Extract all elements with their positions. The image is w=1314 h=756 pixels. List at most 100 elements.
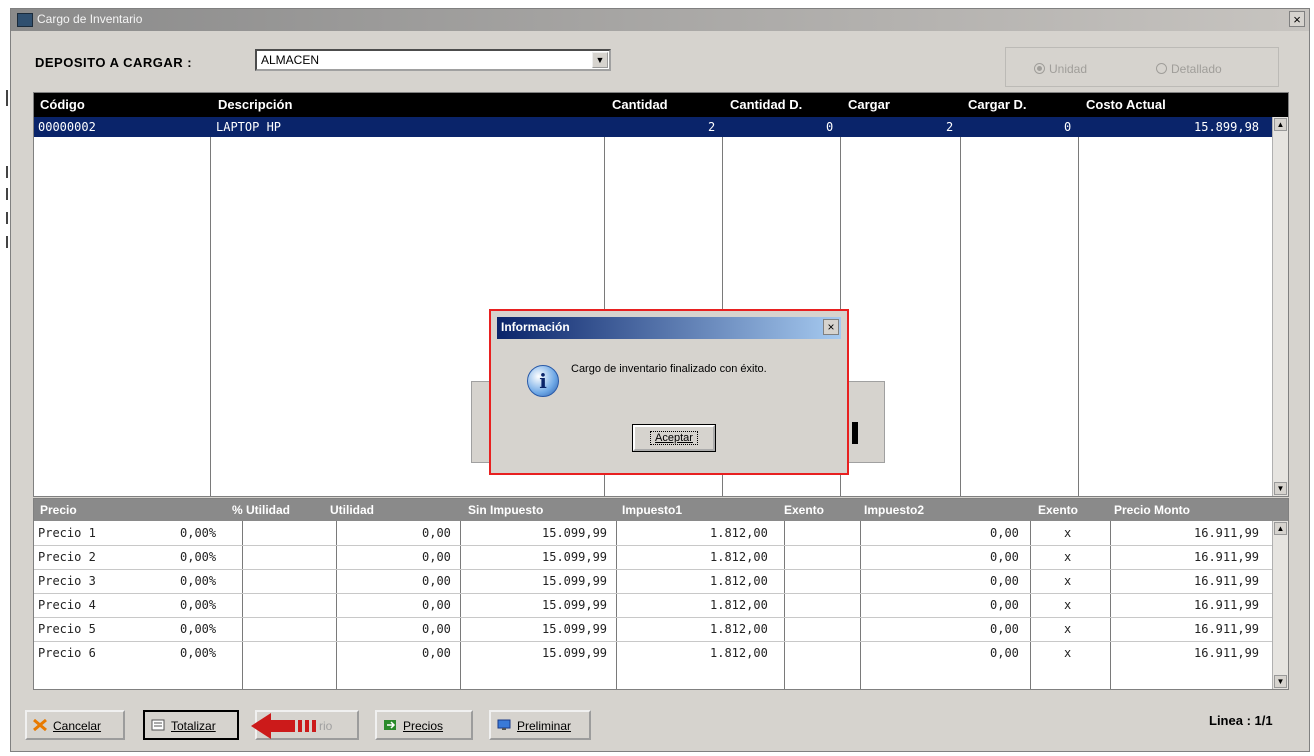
price-row[interactable]: Precio 3 0,00% 0,00 15.099,99 1.812,00 0… (34, 569, 1272, 593)
cell-impuesto1: 1.812,00 (710, 574, 768, 588)
grid-divider (210, 117, 211, 496)
col-costo-actual[interactable]: Costo Actual (1086, 97, 1166, 112)
dialog-message: Cargo de inventario finalizado con éxito… (571, 363, 767, 375)
cell-precio: Precio 1 (38, 526, 96, 540)
cell-sin-impuesto: 15.099,99 (542, 526, 608, 540)
cell-impuesto2: 0,00 (990, 574, 1019, 588)
col-cantidad-d[interactable]: Cantidad D. (730, 97, 802, 112)
cell-impuesto1: 1.812,00 (710, 598, 768, 612)
red-arrow-icon (251, 713, 316, 739)
cell-sin-impuesto: 15.099,99 (542, 622, 608, 636)
grid-divider (960, 117, 961, 496)
scroll-up-icon[interactable]: ▲ (1274, 118, 1287, 131)
cell-precio-monto: 16.911,99 (1194, 646, 1260, 660)
cell-cargar-d: 0 (1064, 120, 1072, 134)
cell-impuesto2: 0,00 (990, 622, 1019, 636)
prices-button-label: Precios (403, 719, 444, 733)
totalize-button[interactable]: Totalizar (143, 710, 239, 740)
cell-exento: x (1064, 550, 1072, 564)
accept-button-label: Aceptar (650, 431, 698, 445)
col-utilidad[interactable]: Utilidad (330, 503, 374, 517)
cell-impuesto1: 1.812,00 (710, 646, 768, 660)
cancel-button[interactable]: Cancelar (25, 710, 125, 740)
window-titlebar[interactable]: Cargo de Inventario × (11, 9, 1309, 31)
col-exento-1[interactable]: Exento (784, 503, 824, 517)
radio-detallado[interactable]: Detallado (1156, 62, 1222, 76)
prices-icon (384, 720, 396, 730)
cell-exento: x (1064, 622, 1072, 636)
cancel-x-icon (33, 719, 47, 731)
col-descripcion[interactable]: Descripción (218, 97, 292, 112)
table-row[interactable]: 00000002 LAPTOP HP 2 0 2 0 15.899,98 (34, 117, 1272, 137)
dialog-close-button[interactable]: × (823, 319, 839, 335)
cell-exento: x (1064, 526, 1072, 540)
col-exento-2[interactable]: Exento (1038, 503, 1078, 517)
col-sin-impuesto[interactable]: Sin Impuesto (468, 503, 543, 517)
scroll-down-icon[interactable]: ▼ (1274, 482, 1287, 495)
cell-utilidad: 0,00 (422, 550, 451, 564)
price-row[interactable]: Precio 6 0,00% 0,00 15.099,99 1.812,00 0… (34, 641, 1272, 665)
deposit-select[interactable]: ALMACEN ▼ (255, 49, 611, 71)
col-impuesto2[interactable]: Impuesto2 (864, 503, 924, 517)
scroll-up-icon[interactable]: ▲ (1274, 522, 1287, 535)
cell-utilidad: 0,00 (422, 598, 451, 612)
cell-cargar: 2 (946, 120, 954, 134)
cell-pct-utilidad: 0,00% (180, 622, 217, 636)
cell-utilidad: 0,00 (422, 526, 451, 540)
cell-cantidad-d: 0 (826, 120, 834, 134)
price-row[interactable]: Precio 2 0,00% 0,00 15.099,99 1.812,00 0… (34, 545, 1272, 569)
price-row[interactable]: Precio 4 0,00% 0,00 15.099,99 1.812,00 0… (34, 593, 1272, 617)
cancel-button-label: Cancelar (53, 719, 102, 733)
cell-impuesto2: 0,00 (990, 646, 1019, 660)
col-cargar[interactable]: Cargar (848, 97, 890, 112)
col-pct-utilidad[interactable]: % Utilidad (232, 503, 290, 517)
radio-unidad[interactable]: Unidad (1034, 62, 1087, 76)
info-dialog: Información × i Cargo de inventario fina… (489, 309, 849, 475)
cell-precio-monto: 16.911,99 (1194, 622, 1260, 636)
scroll-down-icon[interactable]: ▼ (1274, 675, 1287, 688)
cell-impuesto1: 1.812,00 (710, 526, 768, 540)
items-scrollbar[interactable]: ▲ ▼ (1272, 117, 1288, 496)
price-row[interactable]: Precio 5 0,00% 0,00 15.099,99 1.812,00 0… (34, 617, 1272, 641)
col-precio[interactable]: Precio (40, 503, 77, 517)
window-close-button[interactable]: × (1289, 11, 1305, 27)
cell-exento: x (1064, 646, 1072, 660)
price-row[interactable]: Precio 1 0,00% 0,00 15.099,99 1.812,00 0… (34, 521, 1272, 545)
prices-button[interactable]: Precios (375, 710, 473, 740)
prices-scrollbar[interactable]: ▲ ▼ (1272, 521, 1288, 689)
cell-precio: Precio 5 (38, 622, 96, 636)
prices-grid[interactable]: Precio % Utilidad Utilidad Sin Impuesto … (33, 498, 1289, 690)
preview-button-label: Preliminar (517, 719, 572, 733)
desktop-edge (0, 0, 10, 756)
cell-precio: Precio 4 (38, 598, 96, 612)
cell-pct-utilidad: 0,00% (180, 598, 217, 612)
cell-precio-monto: 16.911,99 (1194, 598, 1260, 612)
totalize-button-label: Totalizar (171, 719, 216, 733)
preview-button[interactable]: Preliminar (489, 710, 591, 740)
accept-button[interactable]: Aceptar (632, 424, 716, 452)
radio-unidad-label: Unidad (1049, 62, 1088, 76)
grid-divider (1078, 117, 1079, 496)
cell-precio: Precio 6 (38, 646, 96, 660)
col-codigo[interactable]: Código (40, 97, 85, 112)
cell-descripcion: LAPTOP HP (216, 120, 282, 134)
col-cantidad[interactable]: Cantidad (612, 97, 668, 112)
col-impuesto1[interactable]: Impuesto1 (622, 503, 682, 517)
radio-dot-selected (1034, 63, 1045, 74)
cell-utilidad: 0,00 (422, 646, 451, 660)
dialog-titlebar[interactable]: Información × (497, 317, 841, 339)
line-counter: Linea : 1/1 (1209, 713, 1273, 728)
cell-utilidad: 0,00 (422, 574, 451, 588)
cell-pct-utilidad: 0,00% (180, 574, 217, 588)
info-icon: i (527, 365, 559, 397)
cell-codigo: 00000002 (38, 120, 96, 134)
deposit-select-value: ALMACEN (261, 53, 320, 67)
col-cargar-d[interactable]: Cargar D. (968, 97, 1027, 112)
cell-utilidad: 0,00 (422, 622, 451, 636)
cell-sin-impuesto: 15.099,99 (542, 598, 608, 612)
cell-costo: 15.899,98 (1194, 120, 1260, 134)
monitor-icon (497, 719, 511, 730)
cell-sin-impuesto: 15.099,99 (542, 574, 608, 588)
col-precio-monto[interactable]: Precio Monto (1114, 503, 1190, 517)
chevron-down-icon[interactable]: ▼ (592, 52, 608, 68)
